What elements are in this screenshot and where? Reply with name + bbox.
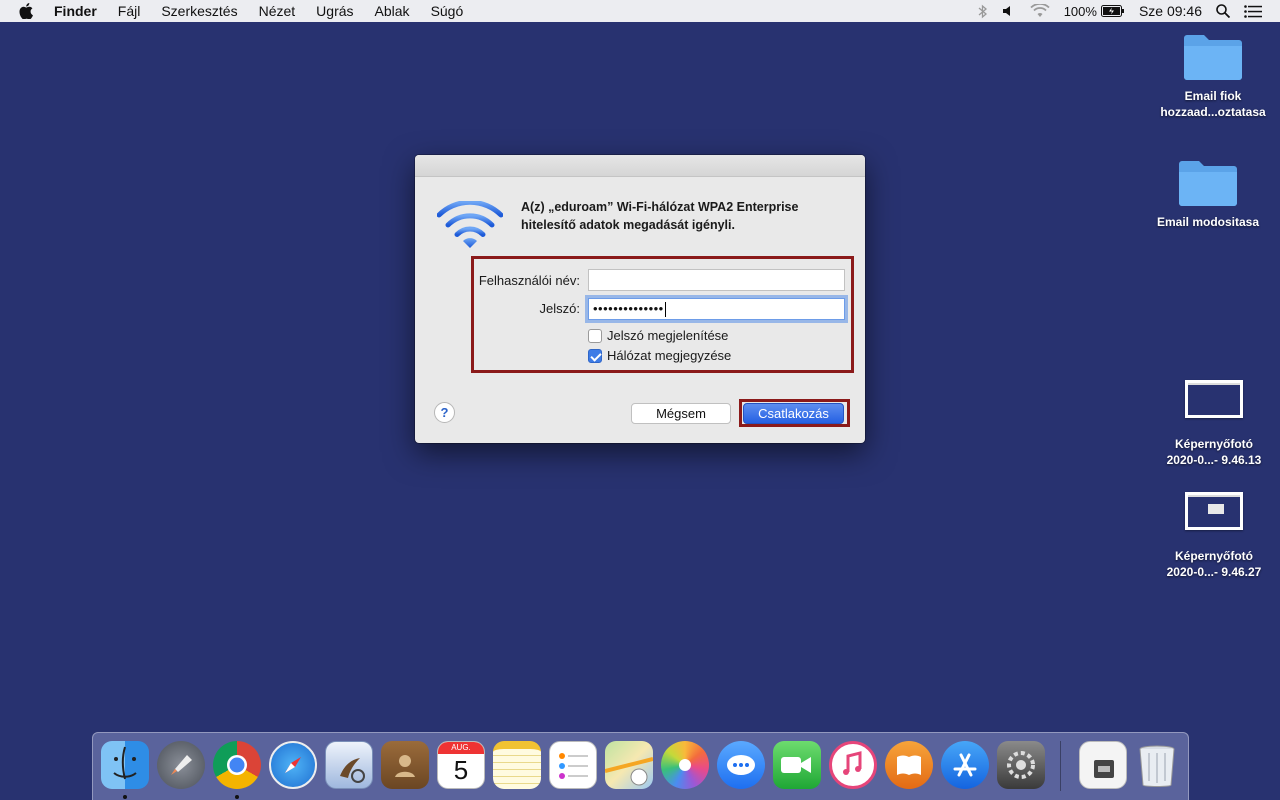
finder-icon[interactable]: [101, 741, 149, 789]
menu-bar: Finder Fájl Szerkesztés Nézet Ugrás Abla…: [0, 0, 1280, 22]
username-field[interactable]: [588, 269, 845, 291]
apple-menu-icon[interactable]: [19, 3, 39, 19]
menu-clock[interactable]: Sze 09:46: [1139, 3, 1202, 19]
desktop-folder-email-fiok[interactable]: Email fiok hozzaad...oztatasa: [1143, 32, 1280, 120]
remember-network-label: Hálózat megjegyzése: [607, 348, 732, 363]
notification-center-icon[interactable]: [1244, 4, 1262, 18]
running-indicator: [123, 795, 127, 799]
menu-app-name[interactable]: Finder: [54, 3, 97, 19]
desktop-icon-label: Képernyőfotó: [1175, 549, 1253, 563]
safari-icon[interactable]: [269, 741, 317, 789]
desktop-icon-label: 2020-0...- 9.46.27: [1166, 565, 1262, 579]
dialog-titlebar[interactable]: [415, 155, 865, 177]
desktop-screenshot-1[interactable]: Képernyőfotó 2020-0...- 9.46.13: [1144, 380, 1280, 468]
username-label: Felhasználói név:: [478, 273, 580, 288]
maps-icon[interactable]: [604, 741, 654, 789]
password-label: Jelszó:: [539, 301, 580, 316]
app-store-icon[interactable]: [941, 741, 989, 789]
calendar-month: AUG.: [438, 742, 484, 754]
system-preferences-icon[interactable]: [997, 741, 1045, 789]
wifi-auth-dialog: A(z) „eduroam” Wi-Fi-hálózat WPA2 Enterp…: [415, 155, 865, 443]
bluetooth-icon[interactable]: [978, 4, 988, 19]
desktop-folder-email-modositasa[interactable]: Email modositasa: [1138, 158, 1278, 230]
spotlight-search-icon[interactable]: [1216, 4, 1230, 18]
connect-button[interactable]: Csatlakozás: [743, 403, 844, 424]
password-field[interactable]: ••••••••••••••: [588, 298, 845, 320]
notes-icon[interactable]: [493, 741, 541, 789]
volume-icon[interactable]: [1002, 5, 1016, 17]
trash-icon[interactable]: [1133, 741, 1181, 789]
battery-icon[interactable]: [1100, 5, 1125, 17]
folder-icon: [1177, 158, 1239, 206]
calendar-day: 5: [453, 755, 469, 785]
dialog-message: A(z) „eduroam” Wi-Fi-hálózat WPA2 Enterp…: [521, 198, 841, 234]
wifi-status-icon[interactable]: [1030, 4, 1050, 18]
menu-go[interactable]: Ugrás: [316, 3, 353, 19]
menu-window[interactable]: Ablak: [375, 3, 410, 19]
contacts-icon[interactable]: [381, 741, 429, 789]
show-password-label: Jelszó megjelenítése: [607, 328, 729, 343]
battery-percent: 100%: [1063, 3, 1097, 19]
facetime-icon[interactable]: [773, 741, 821, 789]
folder-icon: [1182, 32, 1244, 80]
menu-file[interactable]: Fájl: [118, 3, 141, 19]
show-password-checkbox[interactable]: [588, 328, 602, 343]
menu-edit[interactable]: Szerkesztés: [161, 3, 237, 19]
downloads-icon[interactable]: [1079, 741, 1127, 789]
chrome-icon[interactable]: [213, 741, 261, 789]
help-button[interactable]: ?: [434, 402, 455, 423]
text-cursor: [664, 302, 666, 318]
desktop-icon-label: Képernyőfotó: [1175, 437, 1253, 451]
dialog-message-line-2: hitelesítő adatok megadását igényli.: [521, 218, 735, 232]
desktop-icon-label: hozzaad...oztatasa: [1160, 105, 1266, 119]
remember-network-row[interactable]: Hálózat megjegyzése: [588, 348, 731, 363]
reminders-icon[interactable]: [549, 741, 597, 789]
running-indicator: [235, 795, 239, 799]
menu-view[interactable]: Nézet: [259, 3, 296, 19]
show-password-row[interactable]: Jelszó megjelenítése: [588, 328, 728, 343]
calendar-icon[interactable]: AUG. 5: [437, 741, 485, 789]
menu-help[interactable]: Súgó: [431, 3, 464, 19]
desktop-icon-label: Email modositasa: [1156, 215, 1260, 229]
cancel-button[interactable]: Mégsem: [631, 403, 731, 424]
dialog-message-line-1: A(z) „eduroam” Wi-Fi-hálózat WPA2 Enterp…: [521, 200, 799, 214]
password-value: ••••••••••••••: [593, 301, 664, 316]
screenshot-thumbnail-icon: [1185, 492, 1243, 530]
photos-icon[interactable]: [661, 741, 709, 789]
dock-separator: [1060, 741, 1061, 791]
mail-icon[interactable]: [325, 741, 373, 789]
remember-network-checkbox[interactable]: [588, 348, 602, 363]
messages-icon[interactable]: [717, 741, 765, 789]
ibooks-icon[interactable]: [885, 741, 933, 789]
screenshot-thumbnail-icon: [1185, 380, 1243, 418]
desktop-icon-label: 2020-0...- 9.46.13: [1166, 453, 1262, 467]
wifi-icon: [436, 199, 504, 256]
desktop-icon-label: Email fiok: [1184, 89, 1242, 103]
itunes-icon[interactable]: [829, 741, 877, 789]
desktop-screenshot-2[interactable]: Képernyőfotó 2020-0...- 9.46.27: [1144, 492, 1280, 580]
launchpad-icon[interactable]: [157, 741, 205, 789]
dock: AUG. 5: [92, 732, 1189, 800]
